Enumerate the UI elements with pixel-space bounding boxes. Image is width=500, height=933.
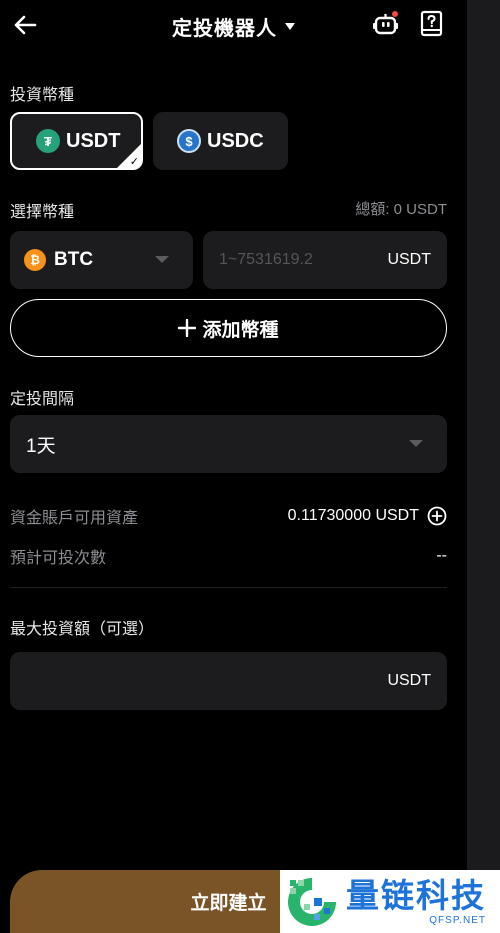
guide-button[interactable] (420, 10, 444, 38)
estimate-label: 預計可投次數 (10, 550, 107, 567)
total-amount-text: 總額: 0 USDT (355, 201, 447, 218)
amount-placeholder: 1~7531619.2 (219, 251, 313, 268)
estimate-value: -- (436, 547, 447, 564)
top-bar: 定投機器人 (0, 0, 467, 52)
robot-icon (373, 11, 398, 35)
side-strip (467, 0, 500, 933)
max-section-label: 最大投資額（可選） (10, 621, 155, 638)
available-value: 0.11730000 USDT (287, 507, 419, 524)
chevron-down-icon (409, 440, 423, 447)
deposit-plus-button[interactable] (427, 506, 447, 526)
add-coin-label: 添加幣種 (202, 319, 279, 341)
available-balance-row: 資金賬戶可用資產 0.11730000 USDT (10, 504, 447, 528)
watermark-subtitle: QFSP.NET (429, 915, 486, 926)
currency-option-label: USDT (66, 129, 121, 152)
page-title: 定投機器人 (172, 18, 277, 40)
max-investment-input[interactable]: USDT (10, 652, 447, 710)
max-investment-unit: USDT (387, 672, 431, 689)
chevron-down-icon (155, 256, 169, 263)
available-label: 資金賬戶可用資產 (10, 510, 139, 527)
bitcoin-icon: ₿ (24, 249, 46, 271)
tether-icon: ₮ (36, 129, 60, 153)
currency-option-usdc[interactable]: $ USDC (153, 112, 288, 170)
watermark-title: 量链科技 (346, 876, 486, 915)
create-now-label: 立即建立 (190, 893, 267, 914)
currency-section-label: 投資幣種 (10, 87, 75, 104)
help-book-icon (420, 10, 443, 37)
selected-coin-label: BTC (54, 249, 94, 270)
amount-unit: USDT (387, 251, 431, 268)
interval-value: 1天 (26, 435, 56, 457)
divider (10, 587, 447, 588)
plus-circle-icon (427, 506, 447, 526)
selected-check-icon: ✓ (116, 143, 142, 169)
coin-select[interactable]: ₿ BTC (10, 231, 193, 289)
plus-icon (178, 319, 197, 337)
watermark: 量链科技 QFSP.NET (280, 870, 500, 933)
currency-option-label: USDC (207, 129, 264, 152)
available-value-group: 0.11730000 USDT (288, 506, 447, 526)
currency-option-usdt[interactable]: ₮ USDT ✓ (10, 112, 143, 170)
amount-input[interactable]: 1~7531619.2 USDT (203, 231, 447, 289)
add-coin-button[interactable]: 添加幣種 (10, 299, 447, 357)
usdc-icon: $ (177, 129, 201, 153)
app-screen: 定投機器人 投資幣種 ₮ USDT ✓ $ USDC 選擇幣種 總額: 0 US… (0, 0, 467, 933)
coin-section-label: 選擇幣種 (10, 204, 75, 221)
watermark-text: 量链科技 QFSP.NET (346, 876, 486, 927)
interval-select[interactable]: 1天 (10, 415, 447, 473)
interval-section-label: 定投間隔 (10, 391, 75, 408)
estimated-count-row: 預計可投次數 -- (10, 544, 447, 568)
watermark-logo (284, 874, 340, 930)
robot-button[interactable] (372, 10, 400, 38)
caret-down-icon (285, 23, 295, 30)
